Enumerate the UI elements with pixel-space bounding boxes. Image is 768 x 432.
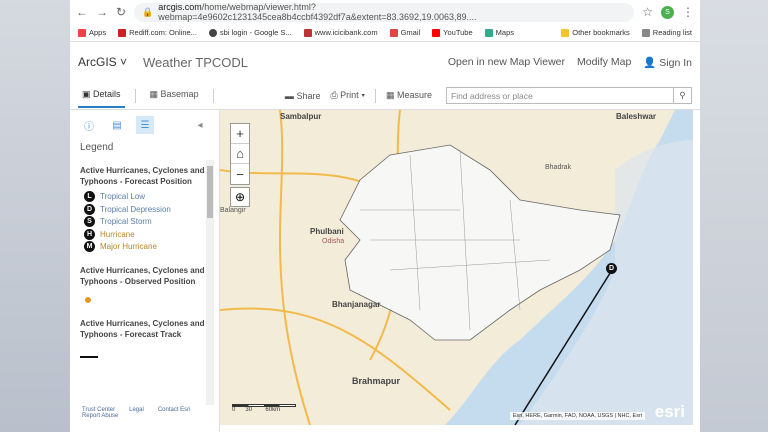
content-icon[interactable]: ▤	[108, 116, 126, 134]
place-label: Bhanjanagar	[332, 300, 381, 309]
background-right	[700, 0, 768, 432]
share-button[interactable]: ▬ Share	[285, 91, 321, 101]
bookmark-sbi[interactable]: sbi login - Google S...	[208, 28, 292, 37]
reading-list[interactable]: Reading list	[641, 28, 692, 37]
bookmark-apps[interactable]: Apps	[78, 28, 106, 37]
legend-item: M Major Hurricane	[84, 241, 205, 252]
about-icon[interactable]: ⓘ	[80, 116, 98, 134]
legend-heading: Legend	[80, 142, 114, 153]
zoom-control: + ⌂ −	[230, 123, 250, 185]
measure-button[interactable]: ▦ Measure	[386, 90, 432, 101]
map-attribution: Esri, HERE, Garmin, FAO, NOAA, USGS | NH…	[509, 412, 645, 420]
sidebar-footer: Trust Center Legal Contact Esri Report A…	[82, 407, 212, 419]
legend-item: H Hurricane	[84, 228, 205, 240]
modify-map-link[interactable]: Modify Map	[577, 56, 631, 69]
background-left	[0, 0, 70, 432]
map-view[interactable]: D + ⌂ − ⊕ Sambalpur Baleshwar Bhadrak Ph…	[220, 110, 693, 425]
sign-in-link[interactable]: 👤 Sign In	[643, 56, 692, 69]
search-input[interactable]: Find address or place ⚲	[446, 87, 692, 104]
legend-section-title: Active Hurricanes, Cyclones and Typhoons…	[80, 166, 205, 186]
avatar[interactable]: S	[661, 5, 674, 19]
legend-item: S Tropical Storm	[84, 216, 205, 227]
arcgis-menu[interactable]: ArcGIS ˅	[78, 55, 127, 69]
tab-details[interactable]: ▣ Details	[78, 83, 125, 108]
map-graphics	[220, 110, 693, 425]
esri-logo: esri	[654, 402, 685, 421]
forward-icon[interactable]: →	[96, 5, 108, 19]
scrollbar[interactable]	[206, 160, 214, 405]
other-bookmarks[interactable]: Other bookmarks	[561, 28, 630, 37]
place-label: Baleshwar	[616, 112, 657, 121]
place-label: Phulbani	[310, 227, 344, 236]
sidebar: ⓘ ▤ ☰ ◂ Legend Active Hurricanes, Cyclon…	[70, 110, 220, 432]
menu-icon[interactable]: ⋮	[682, 5, 694, 19]
map-toolbar: ▣ Details ▦ Basemap ▬ Share ⎙ Print ▾ ▦ …	[70, 82, 700, 110]
star-icon[interactable]: ☆	[642, 5, 653, 19]
page-title: Weather TPCODL	[143, 54, 249, 70]
place-label: Brahmapur	[352, 376, 401, 386]
browser-window: ← → ↻ 🔒 arcgis.com/home/webmap/viewer.htm…	[70, 0, 700, 432]
browser-toolbar: ← → ↻ 🔒 arcgis.com/home/webmap/viewer.htm…	[70, 0, 700, 24]
locate-button[interactable]: ⊕	[230, 187, 250, 207]
scale-bar: 0 30 60km	[232, 404, 296, 413]
lock-icon: 🔒	[142, 6, 154, 17]
print-button[interactable]: ⎙ Print ▾	[330, 90, 365, 101]
back-icon[interactable]: ←	[76, 5, 88, 19]
place-label: Balangir	[220, 207, 246, 214]
tab-basemap[interactable]: ▦ Basemap	[146, 83, 203, 108]
bookmark-icici[interactable]: www.icicibank.com	[303, 28, 378, 37]
zoom-out-button[interactable]: −	[231, 164, 249, 184]
storm-symbol-d[interactable]: D	[606, 263, 617, 274]
reload-icon[interactable]: ↻	[116, 5, 126, 19]
bookmark-maps[interactable]: Maps	[484, 28, 514, 37]
legal-link[interactable]: Legal	[129, 407, 144, 413]
bookmarks-bar: Apps Rediff.com: Online... sbi login - G…	[70, 24, 700, 42]
legend-item: D Tropical Depression	[84, 203, 205, 215]
report-abuse-link[interactable]: Report Abuse	[82, 413, 118, 419]
bookmark-youtube[interactable]: YouTube	[432, 28, 473, 37]
address-bar[interactable]: 🔒 arcgis.com/home/webmap/viewer.html?webm…	[134, 2, 635, 22]
open-new-viewer-link[interactable]: Open in new Map Viewer	[448, 56, 565, 69]
user-icon: 👤	[643, 56, 657, 69]
legend-icon[interactable]: ☰	[136, 116, 154, 134]
place-label: Odisha	[322, 238, 345, 245]
legend: Active Hurricanes, Cyclones and Typhoons…	[80, 160, 205, 358]
contact-esri-link[interactable]: Contact Esri	[158, 407, 191, 413]
app-header: ArcGIS ˅ Weather TPCODL Open in new Map …	[70, 42, 700, 82]
forecast-track-symbol	[80, 356, 98, 358]
observed-position-symbol	[85, 297, 91, 303]
legend-section-title: Active Hurricanes, Cyclones and Typhoons…	[80, 319, 205, 339]
place-label: Bhadrak	[545, 164, 572, 171]
bookmark-gmail[interactable]: Gmail	[389, 28, 420, 37]
place-label: Sambalpur	[280, 112, 322, 121]
zoom-in-button[interactable]: +	[231, 124, 249, 144]
legend-section-title: Active Hurricanes, Cyclones and Typhoons…	[80, 266, 205, 286]
collapse-icon[interactable]: ◂	[191, 116, 209, 134]
bookmark-rediff[interactable]: Rediff.com: Online...	[118, 28, 197, 37]
home-button[interactable]: ⌂	[231, 144, 249, 164]
legend-item: L Tropical Low	[84, 191, 205, 202]
search-icon[interactable]: ⚲	[673, 88, 691, 103]
